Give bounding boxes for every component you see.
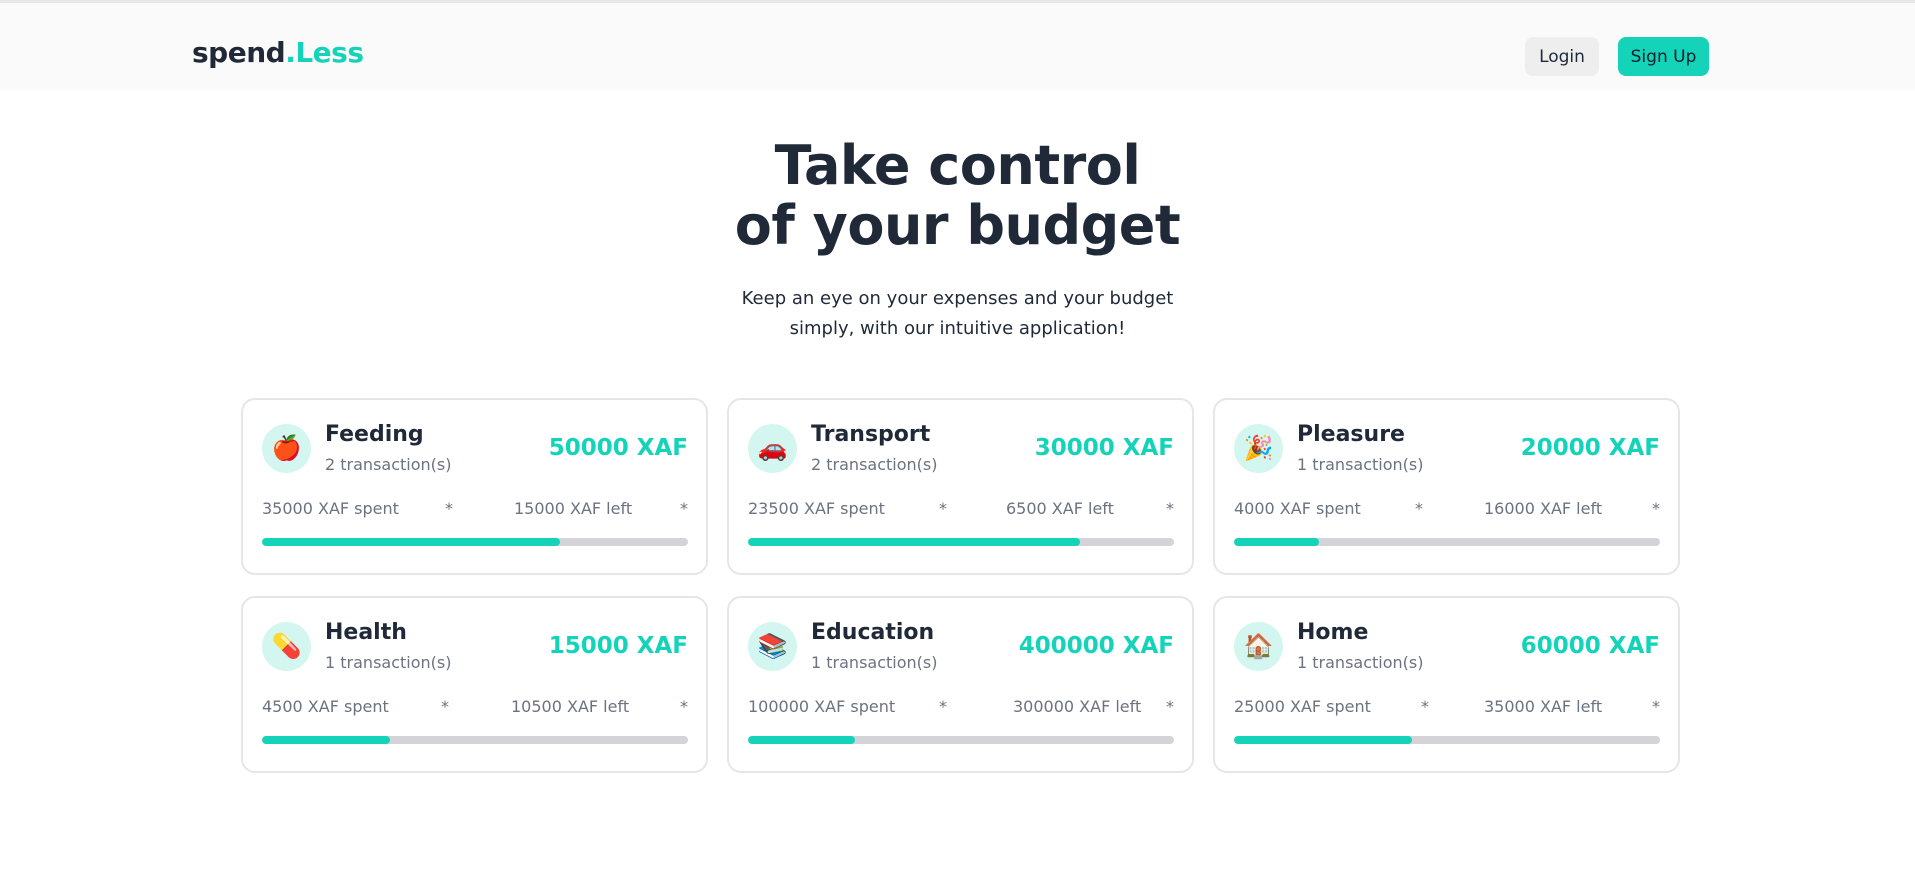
budget-card[interactable]: 💊 Health 1 transaction(s) 15000 XAF 4500 XAF… [241,596,708,773]
signup-button[interactable]: Sign Up [1618,37,1709,76]
category-name: Education [811,620,935,645]
budget-amount: 400000 XAF [1018,633,1174,659]
logo-accent: .Less [285,36,364,69]
budget-amount: 30000 XAF [1034,435,1174,461]
separator: * [1652,499,1660,518]
transaction-count: 1 transaction(s) [1297,653,1424,672]
category-name: Feeding [325,422,424,447]
spent-amount: 25000 XAF spent [1234,697,1371,716]
spent-amount: 4500 XAF spent [262,697,389,716]
separator: * [939,499,947,518]
budget-card[interactable]: 🚗 Transport 2 transaction(s) 30000 XAF 23500… [727,398,1194,575]
separator: * [680,697,688,716]
car-icon: 🚗 [748,424,797,473]
hero-title-line-2: of your budget [734,194,1181,257]
party-popper-icon: 🎉 [1234,424,1283,473]
navbar: spend.Less Login Sign Up [0,3,1915,90]
progress-fill [1234,538,1320,546]
budget-card[interactable]: 🎉 Pleasure 1 transaction(s) 20000 XAF 4000 X… [1213,398,1680,575]
progress-fill [262,538,561,546]
progress-track [748,736,1174,744]
transaction-count: 1 transaction(s) [325,653,452,672]
house-icon: 🏠 [1234,622,1283,671]
progress-fill [748,538,1081,546]
progress-fill [262,736,390,744]
budget-card[interactable]: 📚 Education 1 transaction(s) 400000 XAF 1000… [727,596,1194,773]
apple-icon: 🍎 [262,424,311,473]
transaction-count: 1 transaction(s) [811,653,938,672]
hero-subtitle-line-1: Keep an eye on your expenses and your bu… [741,288,1174,309]
progress-track [1234,736,1660,744]
spent-amount: 23500 XAF spent [748,499,885,518]
transaction-count: 2 transaction(s) [325,455,452,474]
category-name: Health [325,620,407,645]
remaining-amount: 300000 XAF left [1013,697,1142,716]
category-name: Home [1297,620,1369,645]
hero-title: Take control of your budget [0,136,1915,256]
category-name: Transport [811,422,931,447]
progress-fill [748,736,855,744]
separator: * [1415,499,1423,518]
logo[interactable]: spend.Less [192,36,364,69]
pill-icon: 💊 [262,622,311,671]
separator: * [441,697,449,716]
transaction-count: 1 transaction(s) [1297,455,1424,474]
progress-track [262,736,688,744]
budget-card[interactable]: 🍎 Feeding 2 transaction(s) 50000 XAF 35000 X… [241,398,708,575]
budget-card[interactable]: 🏠 Home 1 transaction(s) 60000 XAF 25000 XAF … [1213,596,1680,773]
spent-amount: 100000 XAF spent [748,697,896,716]
remaining-amount: 35000 XAF left [1484,697,1603,716]
separator: * [939,697,947,716]
category-name: Pleasure [1297,422,1405,447]
logo-main: spend [192,36,286,69]
separator: * [1166,499,1174,518]
transaction-count: 2 transaction(s) [811,455,938,474]
progress-track [1234,538,1660,546]
progress-track [748,538,1174,546]
hero-title-line-1: Take control [774,134,1141,197]
hero-subtitle-line-2: simply, with our intuitive application! [789,318,1126,339]
books-icon: 📚 [748,622,797,671]
spent-amount: 35000 XAF spent [262,499,399,518]
remaining-amount: 16000 XAF left [1484,499,1603,518]
remaining-amount: 10500 XAF left [511,697,630,716]
spent-amount: 4000 XAF spent [1234,499,1361,518]
hero-subtitle: Keep an eye on your expenses and your bu… [0,284,1915,344]
budget-amount: 50000 XAF [548,435,688,461]
separator: * [445,499,453,518]
separator: * [680,499,688,518]
separator: * [1166,697,1174,716]
budget-amount: 15000 XAF [548,633,688,659]
separator: * [1421,697,1429,716]
budget-amount: 20000 XAF [1520,435,1660,461]
progress-fill [1234,736,1412,744]
remaining-amount: 6500 XAF left [1006,499,1114,518]
remaining-amount: 15000 XAF left [514,499,633,518]
login-button[interactable]: Login [1525,37,1599,76]
separator: * [1652,697,1660,716]
budget-amount: 60000 XAF [1520,633,1660,659]
progress-track [262,538,688,546]
